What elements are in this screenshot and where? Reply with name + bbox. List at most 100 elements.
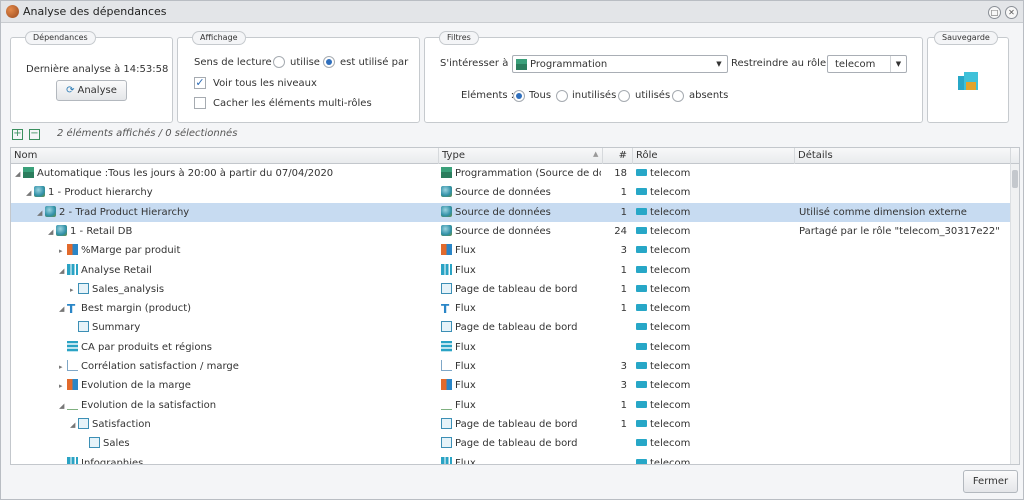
cell-details: Utilisé comme dimension externe (799, 206, 967, 218)
dashboard-icon (441, 417, 452, 429)
table-row[interactable]: ▸ Corrélation satisfaction / marge Flux 3 te… (11, 357, 1011, 376)
table-row[interactable]: ◢ Analyse Retail Flux 1 telecom (11, 261, 1011, 280)
cell-count: 24 (614, 225, 627, 237)
tree-expander-icon[interactable]: ▸ (59, 377, 67, 395)
tree-expander-icon[interactable]: ◢ (26, 184, 34, 202)
tree-expander-icon[interactable]: ▸ (59, 358, 67, 376)
table-row[interactable]: ◢ Evolution de la satisfaction Flux 1 teleco… (11, 396, 1011, 415)
analyse-button[interactable]: ⟳ Analyse (56, 80, 127, 101)
programmation-select[interactable]: Programmation ▼ (512, 55, 728, 73)
tree-expander-icon[interactable]: ◢ (59, 300, 67, 318)
cell-details (799, 183, 1009, 202)
cell-type: T Flux (441, 299, 601, 318)
radio-tous[interactable] (513, 90, 525, 102)
scatter-icon (441, 360, 452, 371)
line-chart-icon (67, 399, 78, 410)
cell-details (799, 415, 1009, 434)
table-row[interactable]: ▸ %Marge par produit Flux 3 telecom (11, 241, 1011, 260)
role-tag-icon (636, 226, 647, 234)
table-row[interactable]: ◢ 1 - Product hierarchy Source de données 1… (11, 183, 1011, 202)
radio-absents-label: absents (689, 90, 729, 101)
tree-expander-icon[interactable]: ◢ (37, 204, 45, 222)
tree-expander-icon[interactable]: ◢ (15, 165, 23, 183)
row-role: telecom (650, 245, 691, 257)
tree-expander-icon[interactable]: ◢ (59, 262, 67, 280)
row-name: CA par produits et régions (81, 341, 212, 353)
row-type: Flux (455, 380, 476, 392)
radio-inutilises[interactable] (556, 90, 568, 102)
fermer-button[interactable]: Fermer (963, 470, 1018, 493)
role-tag-icon (636, 169, 647, 176)
tree-expander-icon[interactable]: ▸ (70, 281, 78, 299)
radio-est-utilise[interactable] (323, 56, 335, 68)
close-icon[interactable]: ✕ (1005, 6, 1018, 19)
table-row[interactable]: ◢ 1 - Retail DB Source de données 24 telecom… (11, 222, 1011, 241)
cell-type: Page de tableau de bord (441, 280, 601, 299)
table-row[interactable]: ◢ 2 - Trad Product Hierarchy Source de don… (11, 202, 1011, 222)
cell-count: 1 (620, 264, 627, 276)
table-row[interactable]: ◢ Satisfaction Page de tableau de bord 1 tel… (11, 415, 1011, 434)
col-type[interactable]: Type (439, 148, 603, 164)
chevron-down-icon: ▼ (716, 60, 722, 68)
cell-type: Page de tableau de bord (441, 318, 601, 337)
vertical-scrollbar[interactable] (1010, 164, 1019, 464)
table-row[interactable]: ◢ Automatique :Tous les jours à 20:00 à p… (11, 164, 1011, 183)
table-row[interactable]: Infographies Flux telecom (11, 454, 1011, 465)
cell-details (799, 357, 1009, 376)
checkbox-cacher-multi[interactable] (194, 97, 206, 109)
row-role: telecom (650, 457, 691, 465)
table-row[interactable]: ▸ Evolution de la marge Flux 3 telecom (11, 376, 1011, 395)
row-name: Corrélation satisfaction / marge (81, 361, 239, 372)
status-text: 2 éléments affichés / 0 sélectionnés (57, 128, 238, 139)
save-icon[interactable] (956, 70, 980, 92)
radio-utilise[interactable] (273, 56, 285, 68)
row-role: telecom (650, 206, 691, 218)
col-nom[interactable]: Nom (11, 148, 439, 164)
col-details[interactable]: Détails (795, 148, 1011, 164)
tree-expander-icon[interactable]: ◢ (59, 397, 67, 415)
table-row[interactable]: Summary Page de tableau de bord telecom (11, 318, 1011, 337)
row-role: telecom (650, 418, 691, 430)
col-count[interactable]: # (603, 148, 633, 164)
table-row[interactable]: ▸ Sales_analysis Page de tableau de bord 1 t… (11, 280, 1011, 299)
role-select[interactable]: telecom ▼ (827, 55, 907, 73)
row-type: Flux (455, 361, 476, 372)
sort-icon: ▲ (593, 150, 599, 158)
cube-icon (45, 205, 56, 217)
dashboard-icon (78, 417, 89, 429)
cell-type: Source de données (441, 222, 601, 241)
radio-est-utilise-label: est utilisé par (340, 57, 409, 68)
tree-expander-icon[interactable]: ◢ (48, 223, 56, 241)
expand-all-icon[interactable]: + (12, 129, 23, 140)
cell-count: 3 (620, 380, 627, 392)
tree-expander-icon[interactable]: ◢ (70, 416, 78, 434)
tree-expander-icon[interactable]: ▸ (59, 242, 67, 260)
checkbox-voir-niveaux[interactable]: ✓ (194, 77, 206, 89)
radio-absents[interactable] (672, 90, 684, 102)
elements-label: Eléments : (461, 90, 515, 101)
last-analysis-text: Dernière analyse à 14:53:58 (26, 64, 169, 75)
dashboard-icon (441, 437, 452, 449)
radio-utilises[interactable] (618, 90, 630, 102)
filtres-legend: Filtres (439, 31, 479, 45)
cell-role: telecom (636, 357, 791, 376)
cell-type: Flux (441, 396, 601, 415)
window-title: Analyse des dépendances (23, 5, 167, 18)
cell-type: Flux (441, 261, 601, 280)
scrollbar-thumb[interactable] (1012, 170, 1018, 188)
row-name: 2 - Trad Product Hierarchy (59, 206, 190, 218)
cell-type: Page de tableau de bord (441, 415, 601, 434)
maximize-icon[interactable]: □ (988, 6, 1001, 19)
col-role[interactable]: Rôle (633, 148, 795, 164)
table-row[interactable]: Sales Page de tableau de bord telecom (11, 434, 1011, 453)
table-row[interactable]: ◢ T Best margin (product) T Flux 1 telecom (11, 299, 1011, 318)
table-row[interactable]: CA par produits et régions Flux telecom (11, 338, 1011, 357)
collapse-all-icon[interactable]: − (29, 129, 40, 140)
row-role: telecom (650, 399, 691, 411)
cell-type: Flux (441, 338, 601, 357)
dependency-grid: Nom Type ▲ # Rôle Détails ◢ Automatique :… (10, 147, 1020, 465)
cell-nom: ◢ Automatique :Tous les jours à 20:00 à p… (15, 164, 439, 183)
radio-utilises-label: utilisés (635, 90, 671, 101)
role-tag-icon (636, 419, 647, 427)
cell-details (799, 338, 1009, 357)
